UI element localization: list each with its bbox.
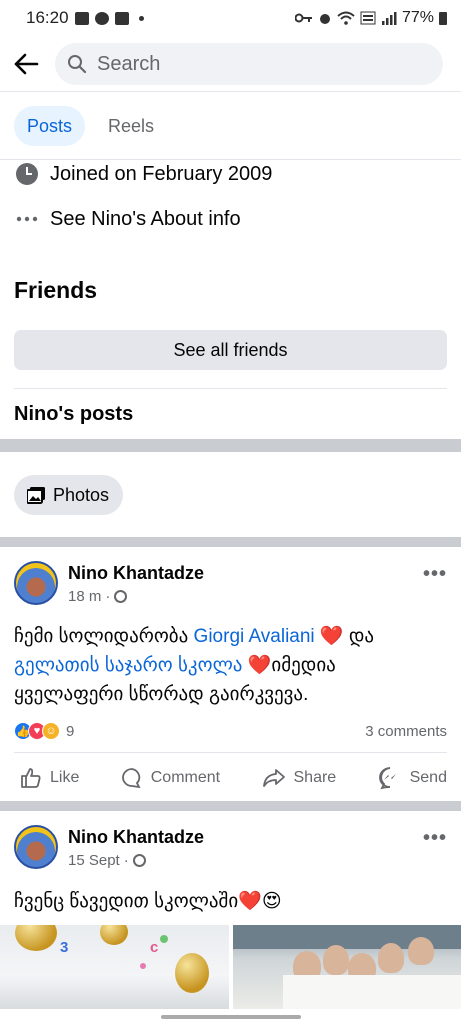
share-button[interactable]: Share <box>262 767 337 789</box>
tab-posts[interactable]: Posts <box>14 106 86 146</box>
home-indicator[interactable] <box>160 1014 301 1019</box>
back-button[interactable] <box>0 36 52 92</box>
more-dots-icon <box>16 216 38 222</box>
reactions-bar[interactable]: 👍 ♥ ☺ 9 3 comments <box>14 720 447 742</box>
comment-label: Comment <box>150 769 221 786</box>
joined-info-row: Joined on February 2009 <box>0 154 461 194</box>
divider-line <box>14 752 447 753</box>
post-header: Nino Khantadze 18 m · ••• <box>14 561 447 607</box>
avatar[interactable] <box>14 561 58 605</box>
wifi-icon <box>337 11 355 25</box>
photos-button[interactable]: Photos <box>14 475 124 515</box>
battery-icon <box>439 11 447 25</box>
photos-icon <box>27 486 45 504</box>
status-time: 16:20 <box>26 8 69 27</box>
joined-text: Joined on February 2009 <box>50 162 273 185</box>
search-bar[interactable] <box>55 43 443 85</box>
post-meta: 15 Sept · <box>68 852 146 869</box>
like-label: Like <box>50 769 80 786</box>
send-button[interactable]: Send <box>378 766 447 790</box>
signal-icon <box>381 12 397 25</box>
see-all-friends-button[interactable]: See all friends <box>14 330 447 370</box>
divider-line <box>14 388 447 389</box>
post-options-button[interactable]: ••• <box>423 827 447 850</box>
see-about-text[interactable]: See Nino's About info <box>50 208 241 231</box>
post-actions: Like Comment Share Send <box>0 755 461 801</box>
share-label: Share <box>293 769 337 786</box>
battery-percentage: 77% <box>401 9 434 26</box>
comment-button[interactable]: Comment <box>121 767 220 789</box>
post-options-button[interactable]: ••• <box>423 563 447 586</box>
reaction-count: 9 <box>66 722 75 740</box>
more-notifications-icon <box>138 15 144 21</box>
top-bar <box>0 36 461 92</box>
alarm-icon <box>319 14 330 24</box>
mention-link[interactable]: გელათის საჯარო სკოლა <box>14 655 242 676</box>
like-icon <box>21 768 41 788</box>
post-meta: 18 m · <box>68 588 128 605</box>
facebook-notification-icon <box>94 11 109 25</box>
send-label: Send <box>409 769 447 786</box>
friends-title: Friends <box>14 277 98 303</box>
posts-section-title: Nino's posts <box>14 403 134 425</box>
post-time[interactable]: 15 Sept <box>68 852 120 869</box>
back-arrow-icon <box>14 53 39 74</box>
section-divider <box>0 537 461 547</box>
see-about-row[interactable]: See Nino's About info <box>0 199 461 239</box>
like-button[interactable]: Like <box>20 767 79 789</box>
post-header: Nino Khantadze 15 Sept · ••• <box>14 825 447 871</box>
tab-reels[interactable]: Reels <box>95 106 167 146</box>
comments-count[interactable]: 3 comments <box>365 723 447 740</box>
photos-label: Photos <box>53 484 110 505</box>
post-photo[interactable] <box>233 925 461 1009</box>
care-reaction-icon: ☺ <box>42 722 60 740</box>
post-text-segment: ჩემი სოლიდარობა <box>14 626 194 647</box>
section-divider <box>0 801 461 811</box>
post-text: ჩვენც წავედით სკოლაში❤️😍 <box>14 891 282 912</box>
post-photos[interactable]: 3 c <box>0 925 461 1009</box>
status-bar: 16:20 77% <box>0 0 461 36</box>
search-icon <box>68 55 87 74</box>
post-author[interactable]: Nino Khantadze <box>68 827 204 848</box>
clock-icon <box>16 163 38 185</box>
post-photo[interactable]: 3 c <box>0 925 229 1009</box>
post-author[interactable]: Nino Khantadze <box>68 563 204 584</box>
post-time[interactable]: 18 m <box>68 588 101 605</box>
mention-link[interactable]: Giorgi Avaliani <box>194 626 315 647</box>
globe-icon <box>114 590 128 603</box>
comment-icon <box>121 768 141 789</box>
gallery-notification-icon <box>74 11 89 25</box>
volte-icon <box>360 11 376 25</box>
share-icon <box>262 769 285 787</box>
gesture-bar <box>0 1009 461 1024</box>
avatar[interactable] <box>14 825 58 869</box>
key-icon <box>294 13 312 23</box>
search-input[interactable] <box>97 52 397 76</box>
messenger-icon <box>378 767 396 790</box>
post-text-segment: ❤️ და <box>314 626 375 647</box>
section-divider <box>0 439 461 452</box>
app-notification-icon <box>114 11 129 25</box>
post-text: ჩემი სოლიდარობა Giorgi Avaliani ❤️ და გე… <box>14 622 447 709</box>
globe-icon <box>132 854 146 867</box>
profile-tabs: Posts Reels <box>0 93 461 160</box>
